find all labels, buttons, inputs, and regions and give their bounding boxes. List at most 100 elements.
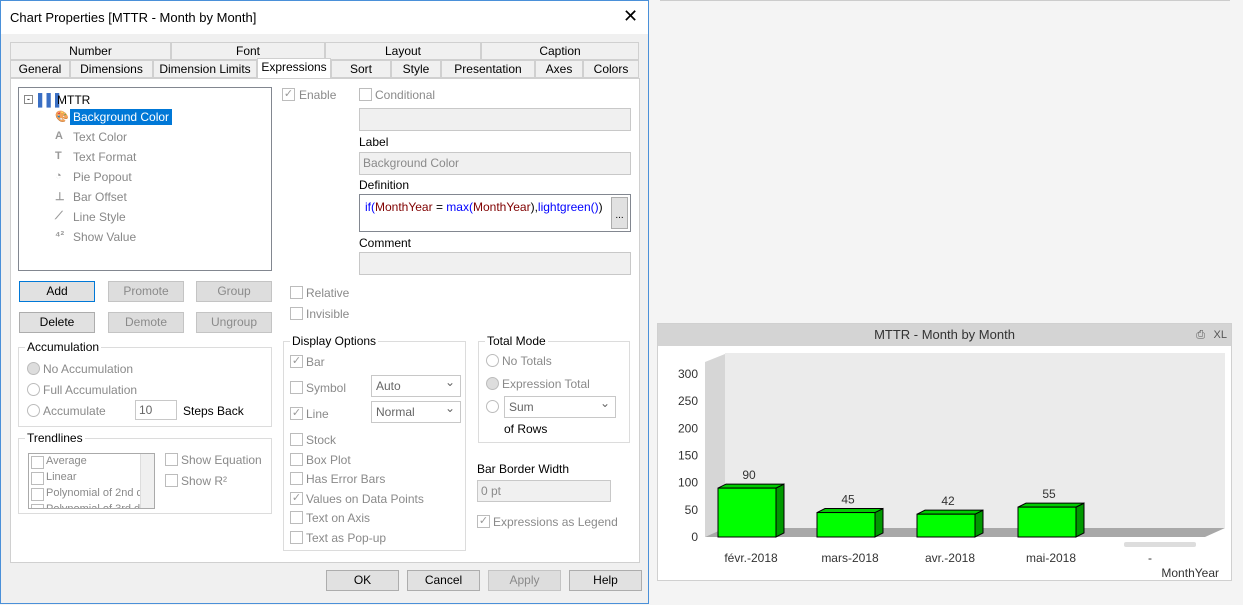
values-on-points-checkbox[interactable]: Values on Data Points — [306, 492, 424, 506]
label-field[interactable]: Background Color — [359, 152, 631, 175]
no-accumulation-radio[interactable]: No Accumulation — [43, 362, 133, 376]
tree-item-icon: 🎨 — [55, 111, 69, 123]
text-on-axis-checkbox[interactable]: Text on Axis — [306, 511, 370, 525]
tree-item[interactable]: Line Style — [70, 209, 129, 225]
no-totals-radio[interactable]: No Totals — [502, 354, 552, 368]
print-icon[interactable]: ⎙ — [1196, 324, 1205, 346]
text-popup-checkbox[interactable]: Text as Pop-up — [306, 531, 386, 545]
y-tick-label: 300 — [678, 367, 698, 381]
y-tick-label: 50 — [685, 503, 699, 517]
accumulate-radio[interactable]: Accumulate — [43, 404, 106, 418]
tab-sort[interactable]: Sort — [331, 60, 391, 78]
tree-root[interactable]: MTTR — [57, 93, 90, 107]
tree-item[interactable]: Text Format — [70, 149, 139, 165]
help-button[interactable]: Help — [569, 570, 642, 591]
tree-item[interactable]: Bar Offset — [70, 189, 130, 205]
tab-number[interactable]: Number — [10, 42, 171, 60]
close-icon[interactable]: ✕ — [623, 6, 638, 27]
plot-back-wall — [725, 353, 1225, 528]
tab-axes[interactable]: Axes — [535, 60, 583, 78]
trendline-item[interactable]: Polynomial of 2nd d — [46, 487, 143, 499]
comment-field[interactable] — [359, 252, 631, 275]
bar — [1017, 506, 1077, 538]
tree-item[interactable]: Show Value — [70, 229, 139, 245]
stock-checkbox[interactable]: Stock — [306, 433, 336, 447]
sum-select[interactable]: Sum — [504, 396, 616, 418]
chart-properties-dialog: Chart Properties [MTTR - Month by Month]… — [0, 0, 649, 604]
expression-total-radio[interactable]: Expression Total — [502, 377, 590, 391]
chart-object[interactable]: MTTR - Month by Month ⎙ XL 0 50 100 150 200 2… — [657, 323, 1232, 581]
expression-editor-button[interactable]: ... — [611, 197, 628, 229]
y-tick-label: 100 — [678, 476, 698, 490]
bar-border-width-label: Bar Border Width — [477, 462, 570, 476]
data-label: 42 — [941, 494, 955, 508]
bar — [816, 512, 876, 538]
definition-token: ), — [530, 200, 538, 214]
accumulation-title: Accumulation — [25, 340, 102, 354]
conditional-checkbox[interactable]: Conditional — [375, 88, 435, 102]
add-button[interactable]: Add — [19, 281, 95, 302]
trendline-item[interactable]: Linear — [46, 471, 77, 483]
tab-caption[interactable]: Caption — [481, 42, 639, 60]
cancel-button[interactable]: Cancel — [407, 570, 480, 591]
trendlines-scrollbar[interactable] — [140, 454, 154, 508]
bar-checkbox[interactable]: Bar — [306, 355, 325, 369]
apply-button[interactable]: Apply — [488, 570, 561, 591]
xl-export-button[interactable]: XL — [1214, 324, 1227, 346]
tab-style[interactable]: Style — [391, 60, 441, 78]
demote-button[interactable]: Demote — [108, 312, 184, 333]
tab-dimensions[interactable]: Dimensions — [70, 60, 153, 78]
comment-caption: Comment — [359, 236, 412, 250]
invisible-checkbox[interactable]: Invisible — [306, 307, 349, 321]
title-bar: Chart Properties [MTTR - Month by Month]… — [1, 1, 648, 34]
group-button[interactable]: Group — [196, 281, 272, 302]
trendlines-list[interactable]: Average Linear Polynomial of 2nd d Polynomi… — [28, 453, 155, 509]
definition-token: = — [432, 200, 447, 214]
error-bars-checkbox[interactable]: Has Error Bars — [306, 472, 385, 486]
tree-item[interactable]: Text Color — [70, 129, 130, 145]
definition-token: lightgreen() — [537, 200, 599, 214]
definition-field[interactable]: if(MonthYear = max(MonthYear),lightgreen… — [359, 194, 631, 232]
tab-dimension-limits[interactable]: Dimension Limits — [153, 60, 257, 78]
expressions-as-legend-checkbox[interactable]: Expressions as Legend — [493, 515, 618, 529]
trendline-item[interactable]: Average — [46, 455, 87, 467]
enable-checkbox[interactable]: Enable — [299, 88, 336, 102]
tab-presentation[interactable]: Presentation — [441, 60, 535, 78]
trendlines-title: Trendlines — [25, 431, 85, 445]
tab-layout[interactable]: Layout — [325, 42, 481, 60]
symbol-select[interactable]: Auto — [371, 375, 461, 397]
promote-button[interactable]: Promote — [108, 281, 184, 302]
tree-item[interactable]: Pie Popout — [70, 169, 135, 185]
definition-token: MonthYear — [472, 200, 531, 214]
symbol-checkbox[interactable]: Symbol — [306, 381, 346, 395]
tab-general[interactable]: General — [10, 60, 70, 78]
bar-side — [974, 509, 984, 538]
delete-button[interactable]: Delete — [19, 312, 95, 333]
tree-item[interactable]: Background Color — [70, 109, 173, 125]
bar-top — [816, 508, 884, 514]
bar-border-width-stepper[interactable]: 0 pt — [477, 480, 611, 502]
show-r2-checkbox[interactable]: Show R² — [181, 474, 227, 488]
y-tick-label: 0 — [691, 530, 698, 544]
show-equation-checkbox[interactable]: Show Equation — [181, 453, 262, 467]
box-plot-checkbox[interactable]: Box Plot — [306, 453, 351, 467]
bar-side — [775, 483, 785, 538]
bar-side — [874, 507, 884, 538]
trendline-item[interactable]: Polynomial of 3rd d — [46, 503, 140, 508]
full-accumulation-radio[interactable]: Full Accumulation — [43, 383, 137, 397]
tab-expressions[interactable]: Expressions — [257, 58, 331, 80]
tab-colors[interactable]: Colors — [583, 60, 639, 78]
accumulation-group: Accumulation No Accumulation Full Accumu… — [18, 340, 272, 427]
line-select[interactable]: Normal — [371, 401, 461, 423]
definition-token: ) — [598, 200, 603, 214]
chart-title-text: MTTR - Month by Month — [874, 327, 1015, 342]
expression-tree[interactable]: - ▌▌▌ MTTR 🎨 Background Color A Text Color T… — [18, 87, 272, 271]
data-label: 45 — [841, 493, 855, 507]
ungroup-button[interactable]: Ungroup — [196, 312, 272, 333]
conditional-field[interactable] — [359, 108, 631, 131]
steps-back-stepper[interactable]: 10 — [135, 400, 177, 420]
ok-button[interactable]: OK — [326, 570, 399, 591]
line-checkbox[interactable]: Line — [306, 407, 329, 421]
relative-checkbox[interactable]: Relative — [306, 286, 349, 300]
collapse-icon[interactable]: - — [24, 95, 33, 104]
